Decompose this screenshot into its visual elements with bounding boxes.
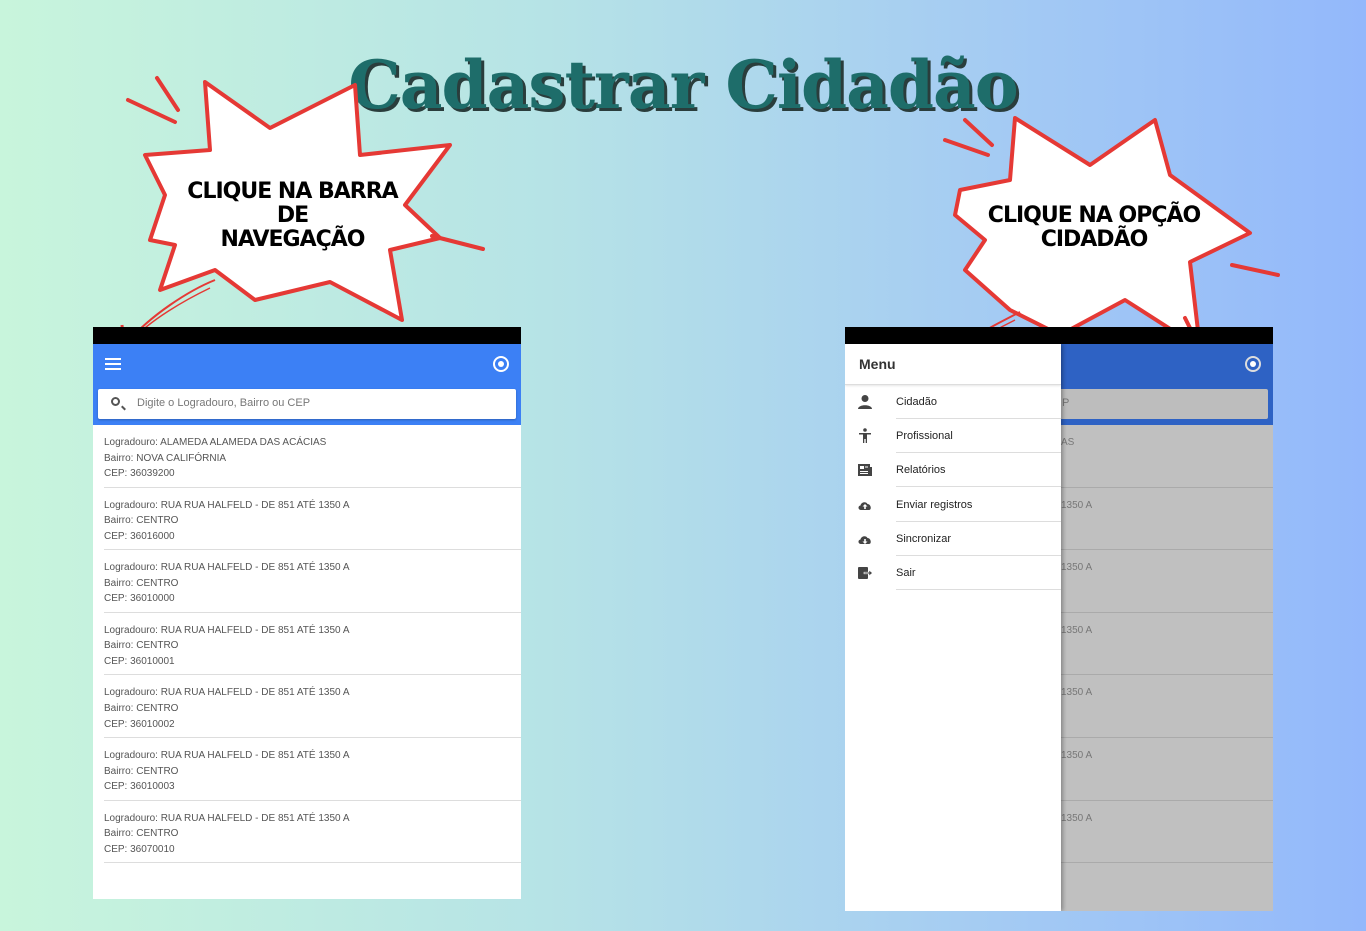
- drawer-item-sincronizar[interactable]: Sincronizar: [845, 522, 1061, 556]
- gps-location-icon[interactable]: [493, 356, 509, 372]
- drawer-item-label: Relatórios: [896, 464, 1061, 488]
- right-callout-line2: CIDADÃO: [1040, 227, 1149, 252]
- drawer-item-relatorios[interactable]: Relatórios: [845, 453, 1061, 488]
- drawer-item-label: Cidadão: [896, 396, 1061, 419]
- drawer-item-label: Sincronizar: [896, 533, 1061, 556]
- list-item: 1350 A: [1061, 488, 1273, 551]
- list-item[interactable]: Logradouro: RUA RUA HALFELD - DE 851 ATÉ…: [104, 738, 521, 801]
- left-callout-line2: NAVEGAÇÃO: [220, 227, 366, 252]
- accessibility-icon: [859, 428, 871, 444]
- drawer-item-cidadao[interactable]: Cidadão: [845, 385, 1061, 419]
- newspaper-icon: [858, 464, 872, 477]
- logradouro-fragment: 1350 A: [1061, 749, 1093, 761]
- cep-text: CEP: 36010001: [104, 655, 175, 667]
- bairro-text: Bairro: CENTRO: [104, 640, 179, 652]
- list-item: AS: [1061, 425, 1273, 488]
- logradouro-fragment: 1350 A: [1061, 812, 1093, 824]
- navigation-drawer: Menu Cidadão Profissional Relatórios Env…: [845, 344, 1061, 911]
- right-callout: CLIQUE NA OPÇÃO CIDADÃO: [975, 204, 1213, 252]
- list-item[interactable]: Logradouro: RUA RUA HALFELD - DE 851 ATÉ…: [104, 488, 521, 551]
- drawer-item-label: Enviar registros: [896, 499, 1061, 522]
- cep-text: CEP: 36010003: [104, 781, 175, 793]
- status-bar: [845, 327, 1273, 344]
- list-item[interactable]: Logradouro: RUA RUA HALFELD - DE 851 ATÉ…: [104, 801, 521, 864]
- logradouro-fragment: AS: [1061, 437, 1075, 448]
- gps-location-icon: [1245, 356, 1261, 372]
- drawer-item-sair[interactable]: Sair: [845, 556, 1061, 590]
- drawer-item-label: Sair: [896, 567, 1061, 590]
- logradouro-fragment: 1350 A: [1061, 687, 1093, 699]
- list-item: 1350 A: [1061, 550, 1273, 613]
- cloud-upload-icon: [858, 501, 871, 510]
- left-phone-screen: Digite o Logradouro, Bairro ou CEP Logra…: [93, 327, 521, 899]
- cep-text: CEP: 36016000: [104, 530, 175, 542]
- logradouro-text: Logradouro: ALAMEDA ALAMEDA DAS ACÁCIAS: [104, 437, 327, 448]
- search-placeholder-fragment: P: [1062, 397, 1070, 409]
- bairro-text: Bairro: CENTRO: [104, 765, 179, 777]
- search-input[interactable]: Digite o Logradouro, Bairro ou CEP: [98, 389, 516, 419]
- search-icon: [111, 397, 120, 406]
- left-callout-line1: CLIQUE NA BARRA DE: [187, 179, 398, 228]
- list-item[interactable]: Logradouro: RUA RUA HALFELD - DE 851 ATÉ…: [104, 550, 521, 613]
- person-icon: [858, 395, 872, 409]
- bairro-text: Bairro: CENTRO: [104, 828, 179, 840]
- bairro-text: Bairro: CENTRO: [104, 577, 179, 589]
- app-bar: Digite o Logradouro, Bairro ou CEP: [93, 344, 521, 425]
- right-callout-line1: CLIQUE NA OPÇÃO: [987, 203, 1201, 228]
- status-bar: [93, 327, 521, 344]
- left-callout: CLIQUE NA BARRA DE NAVEGAÇÃO: [170, 180, 415, 252]
- list-item: 1350 A: [1061, 738, 1273, 801]
- page-title: Cadastrar Cidadão: [348, 46, 1019, 124]
- logradouro-text: Logradouro: RUA RUA HALFELD - DE 851 ATÉ…: [104, 687, 350, 699]
- hamburger-menu-icon[interactable]: [105, 358, 121, 372]
- logradouro-fragment: 1350 A: [1061, 562, 1093, 574]
- cep-text: CEP: 36010002: [104, 718, 175, 730]
- list-item: 1350 A: [1061, 675, 1273, 738]
- list-item: 1350 A: [1061, 801, 1273, 864]
- list-item: 1350 A: [1061, 613, 1273, 676]
- drawer-item-label: Profissional: [896, 430, 1061, 454]
- drawer-item-enviar-registros[interactable]: Enviar registros: [845, 488, 1061, 522]
- logradouro-fragment: 1350 A: [1061, 624, 1093, 636]
- drawer-header: Menu: [845, 344, 1061, 385]
- cloud-download-icon: [858, 535, 871, 544]
- bairro-text: Bairro: CENTRO: [104, 515, 179, 527]
- logradouro-text: Logradouro: RUA RUA HALFELD - DE 851 ATÉ…: [104, 812, 350, 824]
- list-item[interactable]: Logradouro: RUA RUA HALFELD - DE 851 ATÉ…: [104, 613, 521, 676]
- bairro-text: Bairro: NOVA CALIFÓRNIA: [104, 452, 227, 464]
- logradouro-text: Logradouro: RUA RUA HALFELD - DE 851 ATÉ…: [104, 499, 350, 511]
- cep-text: CEP: 36010000: [104, 593, 175, 605]
- cep-text: CEP: 36070010: [104, 843, 175, 855]
- logradouro-fragment: 1350 A: [1061, 499, 1093, 511]
- cep-text: CEP: 36039200: [104, 468, 175, 480]
- search-placeholder: Digite o Logradouro, Bairro ou CEP: [137, 397, 311, 409]
- logradouro-text: Logradouro: RUA RUA HALFELD - DE 851 ATÉ…: [104, 749, 350, 761]
- address-list: Logradouro: ALAMEDA ALAMEDA DAS ACÁCIAS …: [93, 425, 521, 864]
- right-phone-screen: P AS 1350 A 1350 A 1350 A 1350 A 1350 A …: [845, 327, 1273, 911]
- drawer-item-profissional[interactable]: Profissional: [845, 419, 1061, 454]
- logradouro-text: Logradouro: RUA RUA HALFELD - DE 851 ATÉ…: [104, 562, 350, 574]
- bairro-text: Bairro: CENTRO: [104, 702, 179, 714]
- drawer-title: Menu: [859, 356, 896, 372]
- exit-icon: [858, 566, 873, 579]
- list-item[interactable]: Logradouro: ALAMEDA ALAMEDA DAS ACÁCIAS …: [104, 425, 521, 488]
- list-item[interactable]: Logradouro: RUA RUA HALFELD - DE 851 ATÉ…: [104, 675, 521, 738]
- logradouro-text: Logradouro: RUA RUA HALFELD - DE 851 ATÉ…: [104, 624, 350, 636]
